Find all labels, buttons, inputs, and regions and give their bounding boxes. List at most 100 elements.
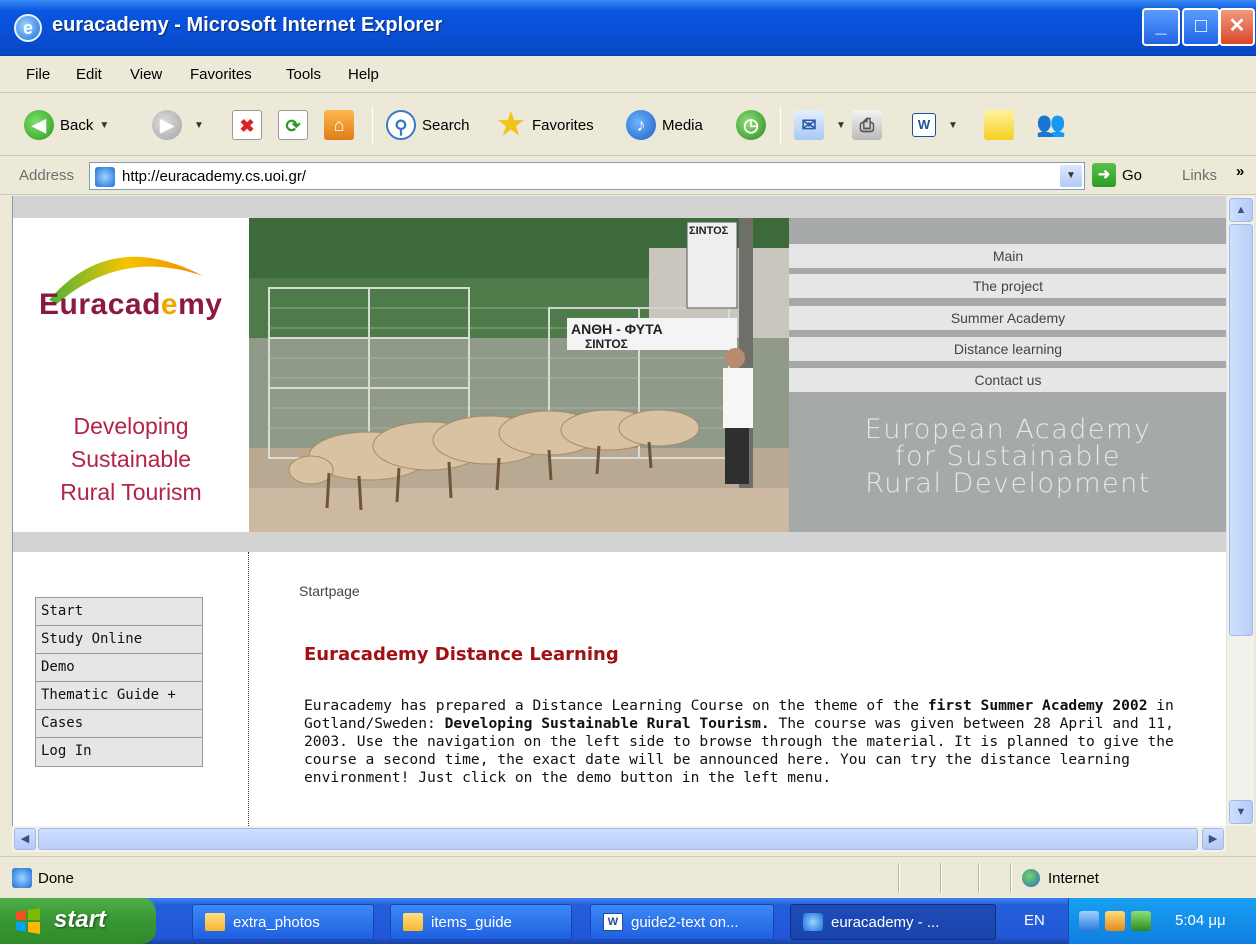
para-text-1: Euracademy has prepared a Distance Learn… (304, 697, 928, 714)
print-button[interactable]: ⎙ (852, 108, 888, 142)
folder-icon (403, 913, 423, 931)
vertical-scroll-thumb[interactable] (1229, 224, 1253, 636)
messenger-button[interactable]: 👥 (1036, 108, 1072, 142)
search-button[interactable]: ⚲ Search (386, 108, 470, 142)
top-nav: Main The project Summer Academy Distance… (789, 218, 1226, 532)
discuss-button[interactable] (984, 108, 1020, 142)
favorites-button[interactable]: ★ Favorites (496, 108, 594, 142)
internet-globe-icon (1022, 869, 1040, 887)
left-menu-cases[interactable]: Cases (36, 710, 202, 738)
refresh-button[interactable]: ⟳ (278, 108, 314, 142)
task-euracademy[interactable]: euracademy - ... (790, 904, 996, 940)
nav-contact-us[interactable]: Contact us (789, 368, 1226, 392)
back-label: Back (60, 116, 94, 134)
home-button[interactable]: ⌂ (324, 108, 360, 142)
links-button[interactable]: Links (1182, 167, 1217, 184)
logo-area: Euracademy Developing Sustainable Rural … (13, 218, 249, 532)
middle-band (13, 532, 1226, 552)
sheep-photo-image: ΣΙΝΤΟΣ ΑΝΘΗ - ΦΥΤΑ ΣΙΝΤΟΣ (249, 218, 789, 532)
title-bar[interactable]: e euracademy - Microsoft Internet Explor… (0, 0, 1256, 56)
address-url[interactable]: http://euracademy.cs.uoi.gr/ (122, 168, 306, 185)
scroll-left-icon[interactable]: ◀ (14, 828, 36, 850)
back-button[interactable]: ◀ Back ▼ (24, 108, 109, 142)
ie-window: e euracademy - Microsoft Internet Explor… (0, 0, 1256, 944)
address-input[interactable]: http://euracademy.cs.uoi.gr/ ▼ (89, 162, 1085, 190)
nav-distance-learning[interactable]: Distance learning (789, 337, 1226, 361)
tagline: Developing Sustainable Rural Tourism (13, 410, 249, 509)
scroll-right-icon[interactable]: ▶ (1202, 828, 1224, 850)
address-bar: Address http://euracademy.cs.uoi.gr/ ▼ ➜… (0, 157, 1256, 195)
photo-sign-bottom: ΣΙΝΤΟΣ (585, 337, 628, 351)
horizontal-scrollbar[interactable]: ◀ ▶ (12, 826, 1226, 852)
scroll-up-icon[interactable]: ▲ (1229, 198, 1253, 222)
page-title: Euracademy Distance Learning (304, 644, 619, 665)
left-menu-thematic-guide[interactable]: Thematic Guide + (36, 682, 202, 710)
nav-the-project[interactable]: The project (789, 274, 1226, 298)
forward-button[interactable]: ▶ ▼ (152, 108, 204, 142)
left-menu-log-in[interactable]: Log In (36, 738, 202, 766)
security-zone: Internet (1048, 870, 1099, 887)
menu-favorites[interactable]: Favorites (190, 66, 252, 83)
clock[interactable]: 5:04 μμ (1175, 912, 1226, 929)
links-chevron-icon[interactable]: » (1236, 163, 1244, 180)
search-label: Search (422, 116, 470, 134)
menu-tools[interactable]: Tools (286, 66, 321, 83)
task-items-guide[interactable]: items_guide (390, 904, 572, 940)
close-button[interactable]: ✕ (1219, 8, 1255, 46)
left-menu-study-online[interactable]: Study Online (36, 626, 202, 654)
maximize-button[interactable]: □ (1182, 8, 1220, 46)
breadcrumb[interactable]: Startpage (299, 583, 360, 599)
network-icon[interactable] (1079, 911, 1099, 931)
status-text: Done (38, 870, 74, 887)
start-button[interactable]: start (0, 898, 156, 944)
go-arrow-icon: ➜ (1092, 163, 1116, 187)
page-icon (95, 167, 115, 187)
go-label: Go (1122, 166, 1143, 184)
menu-view[interactable]: View (130, 66, 162, 83)
menu-file[interactable]: File (26, 66, 50, 83)
history-button[interactable]: ◷ (736, 108, 772, 142)
logo-text[interactable]: Euracademy (39, 288, 222, 322)
left-menu-demo[interactable]: Demo (36, 654, 202, 682)
task-word-document[interactable]: W guide2-text on... (590, 904, 774, 940)
mail-dropdown-icon[interactable]: ▼ (836, 120, 846, 131)
menu-help[interactable]: Help (348, 66, 379, 83)
vertical-scrollbar[interactable]: ▲ ▼ (1226, 196, 1254, 826)
stop-button[interactable]: ✖ (232, 108, 268, 142)
logo-wordmark: Euracademy (39, 288, 223, 321)
media-label: Media (662, 116, 703, 134)
mail-icon: ✉ (794, 110, 824, 140)
edit-dropdown-icon[interactable]: ▼ (948, 120, 958, 131)
scroll-down-icon[interactable]: ▼ (1229, 800, 1253, 824)
media-button[interactable]: ♪ Media (626, 108, 703, 142)
academy-slogan: European Academy for Sustainable Rural D… (789, 416, 1226, 497)
slogan-line-1: European Academy (864, 414, 1152, 445)
task-extra-photos[interactable]: extra_photos (192, 904, 374, 940)
mail-button[interactable]: ✉ ▼ (794, 108, 846, 142)
horizontal-scroll-thumb[interactable] (38, 828, 1198, 850)
scroll-corner (1226, 826, 1254, 852)
left-menu-start[interactable]: Start (36, 598, 202, 626)
back-dropdown-icon[interactable]: ▼ (99, 120, 109, 131)
tray-monitor-icon[interactable] (1131, 911, 1151, 931)
word-icon: W (603, 913, 623, 931)
go-button[interactable]: ➜ Go (1092, 163, 1142, 187)
intro-paragraph: Euracademy has prepared a Distance Learn… (304, 697, 1184, 787)
edit-button[interactable]: W ▼ (912, 108, 958, 142)
note-icon (984, 110, 1014, 140)
menu-bar: File Edit View Favorites Tools Help (0, 57, 1256, 149)
left-column: Start Study Online Demo Thematic Guide +… (13, 552, 249, 826)
nav-summer-academy[interactable]: Summer Academy (789, 306, 1226, 330)
address-label: Address (19, 167, 75, 184)
task-label: euracademy - ... (831, 913, 940, 931)
forward-dropdown-icon[interactable]: ▼ (194, 120, 204, 131)
word-edit-icon: W (912, 113, 936, 137)
menu-edit[interactable]: Edit (76, 66, 102, 83)
photo-sign-top: ΣΙΝΤΟΣ (689, 225, 729, 237)
language-indicator[interactable]: EN (1024, 912, 1045, 929)
tray-app-icon[interactable] (1105, 911, 1125, 931)
favorites-label: Favorites (532, 116, 594, 134)
address-dropdown-icon[interactable]: ▼ (1060, 165, 1082, 187)
nav-main[interactable]: Main (789, 244, 1226, 268)
minimize-button[interactable]: _ (1142, 8, 1180, 46)
